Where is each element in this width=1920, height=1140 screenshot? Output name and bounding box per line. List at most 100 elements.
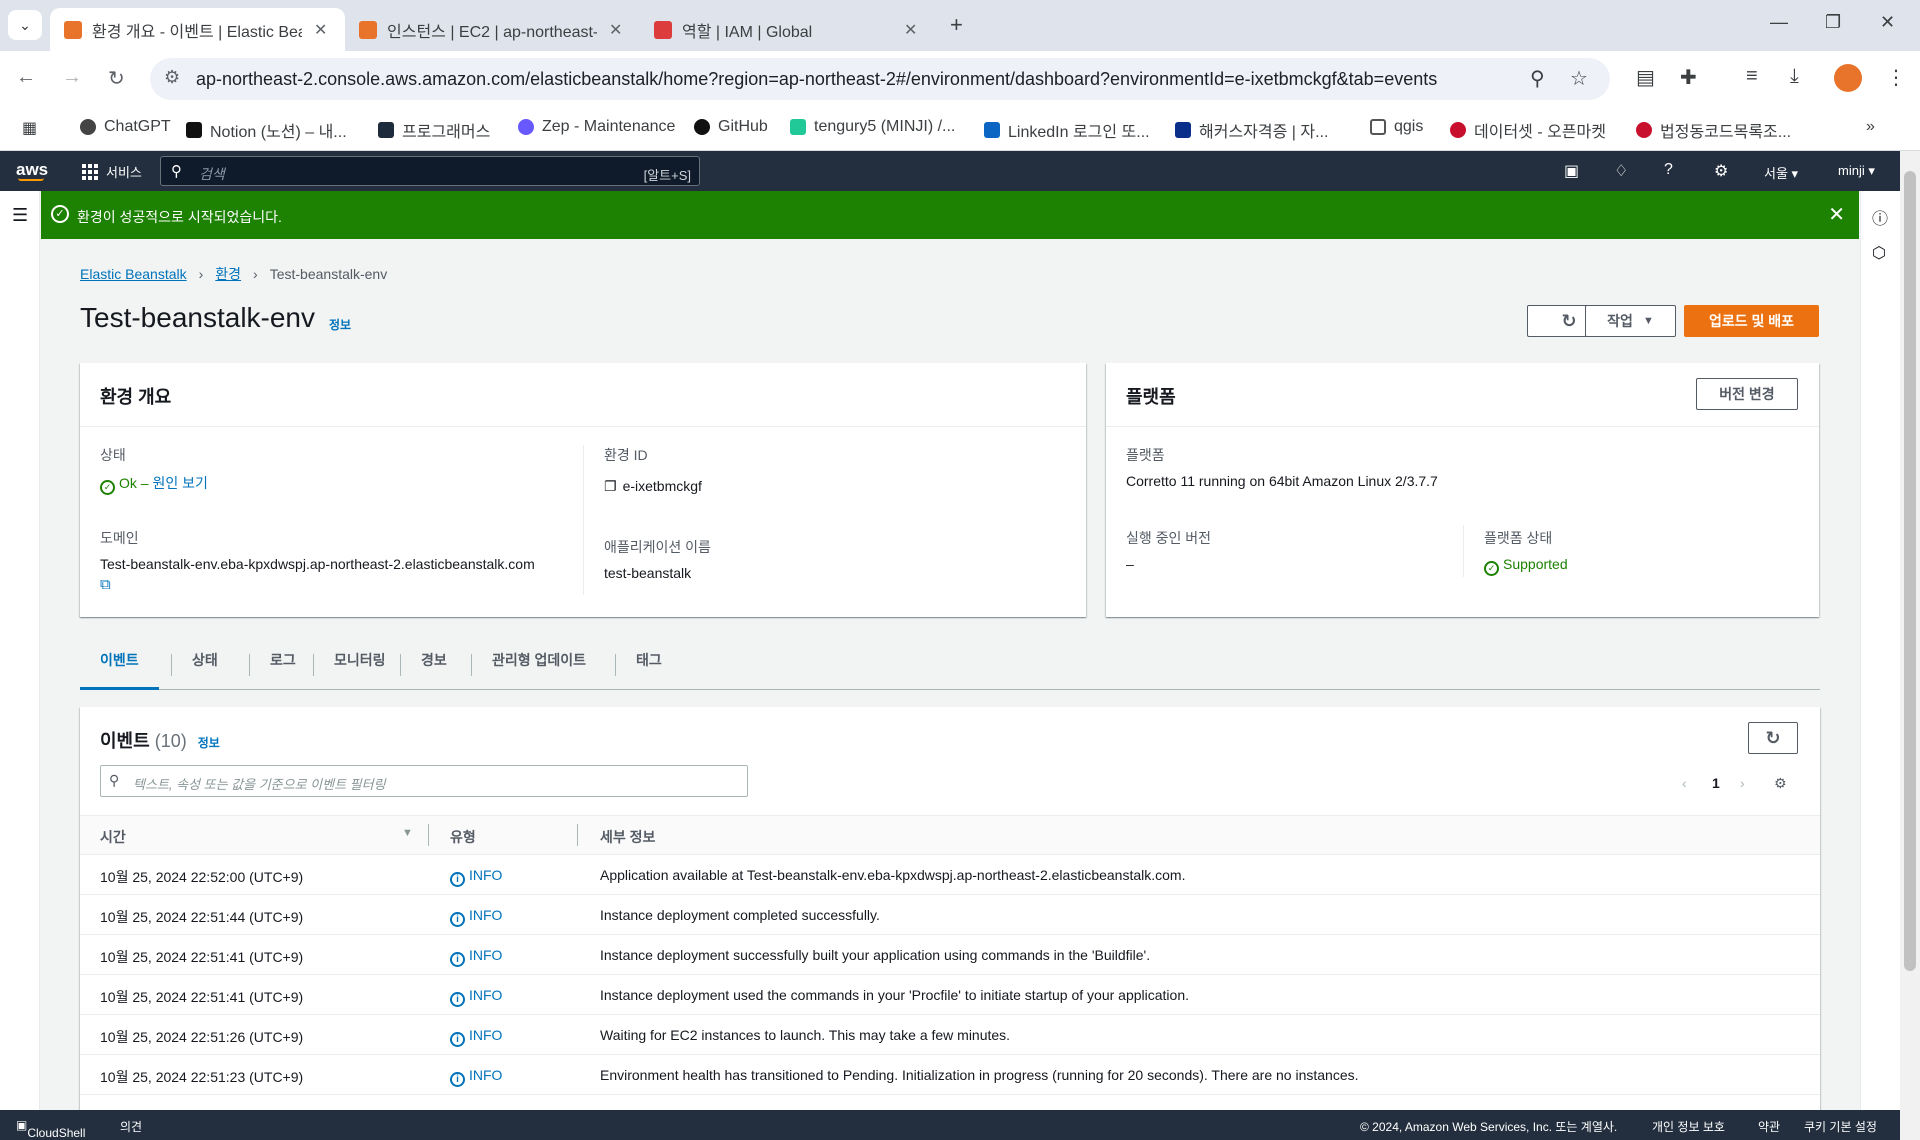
region-selector[interactable]: 서울 ▾ — [1764, 163, 1798, 182]
bookmark-qgis[interactable]: qgis — [1370, 118, 1423, 136]
bookmark-tengury[interactable]: tengury5 (MINJI) /... — [790, 118, 955, 136]
bookmark-notion[interactable]: Notion (노션) – 내... — [186, 118, 347, 142]
cloudshell-icon[interactable]: ▣ — [1564, 161, 1579, 181]
aws-search-input[interactable]: ⚲ 검색 [알트+S] — [160, 156, 700, 186]
tab-managed-updates[interactable]: 관리형 업데이트 — [472, 650, 606, 690]
column-type[interactable]: 유형 — [450, 827, 476, 847]
apps-icon[interactable]: ▦ — [22, 118, 37, 138]
settings-gear-icon[interactable]: ⚙ — [1714, 161, 1728, 181]
tab-monitoring[interactable]: 모니터링 — [314, 650, 406, 690]
tab-health[interactable]: 상태 — [172, 650, 238, 690]
bookmark-linkedin[interactable]: LinkedIn 로그인 또... — [984, 118, 1150, 142]
actions-dropdown[interactable]: 작업 ▼ — [1585, 305, 1676, 337]
success-flash-banner: ✓ 환경이 성공적으로 시작되었습니다. ✕ — [41, 191, 1859, 239]
browser-tab-ec2[interactable]: 인스턴스 | EC2 | ap-northeast-2 ✕ — [345, 8, 640, 51]
column-details[interactable]: 세부 정보 — [600, 827, 655, 847]
notifications-icon[interactable]: ♢ — [1614, 161, 1628, 181]
aws-logo[interactable]: aws — [16, 160, 48, 180]
tab-logs[interactable]: 로그 — [250, 650, 316, 690]
column-time[interactable]: 시간 — [100, 827, 126, 847]
tab-title: 역할 | IAM | Global — [682, 23, 813, 41]
event-type: i INFO — [450, 907, 502, 927]
reload-icon[interactable]: ↻ — [108, 66, 125, 91]
scroll-thumb[interactable] — [1904, 171, 1916, 971]
terms-link[interactable]: 약관 — [1758, 1118, 1780, 1135]
events-refresh-button[interactable]: ↻ — [1748, 722, 1798, 754]
table-settings-icon[interactable]: ⚙ — [1774, 775, 1787, 792]
address-bar[interactable]: ⚙ ap-northeast-2.console.aws.amazon.com/… — [150, 58, 1610, 100]
more-bookmarks-icon[interactable]: » — [1866, 118, 1875, 136]
tools-hex-icon[interactable]: ⬡ — [1872, 243, 1886, 263]
close-tab-icon[interactable]: ✕ — [314, 20, 327, 40]
korea-gov-icon — [1450, 122, 1466, 138]
media-icon[interactable]: ≡ — [1746, 65, 1758, 88]
menu-icon[interactable]: ⋮ — [1886, 65, 1906, 90]
next-page-icon[interactable]: › — [1740, 775, 1745, 791]
event-time: 10월 25, 2024 22:51:41 (UTC+9) — [100, 949, 304, 965]
bookmark-hackers[interactable]: 해커스자격증 | 자... — [1175, 118, 1328, 142]
tab-events[interactable]: 이벤트 — [80, 650, 159, 690]
close-window-icon[interactable]: ✕ — [1880, 12, 1895, 33]
services-menu[interactable]: 서비스 — [82, 162, 142, 181]
minimize-icon[interactable]: — — [1770, 12, 1788, 33]
close-tab-icon[interactable]: ✕ — [904, 20, 917, 40]
tab-alarms[interactable]: 경보 — [401, 650, 467, 690]
copy-icon[interactable]: ❐ — [604, 478, 617, 494]
domain-link[interactable]: Test-beanstalk-env.eba-kpxdwspj.ap-north… — [100, 556, 535, 572]
aws-top-nav: aws 서비스 ⚲ 검색 [알트+S] ▣ ♢ ? ⚙ 서울 ▾ minji ▾ — [0, 151, 1900, 191]
bookmark-lawcode[interactable]: 법정동코드목록조... — [1636, 118, 1791, 142]
zep-icon — [518, 119, 534, 135]
upload-deploy-button[interactable]: 업로드 및 배포 — [1684, 305, 1819, 337]
extensions-icon[interactable]: ✚ — [1680, 65, 1697, 90]
site-info-icon[interactable]: ⚙ — [164, 67, 180, 88]
flash-message: 환경이 성공적으로 시작되었습니다. — [77, 209, 282, 225]
download-icon[interactable]: ⤓ — [1790, 65, 1799, 88]
status-ok-text: Ok — [119, 475, 137, 491]
bookmark-zep[interactable]: Zep - Maintenance — [518, 118, 675, 136]
zoom-icon[interactable]: ⚲ — [1530, 66, 1545, 91]
events-filter-input[interactable]: ⚲ 텍스트, 속성 또는 값을 기준으로 이벤트 필터링 — [100, 765, 748, 797]
tab-search-button[interactable]: ⌄ — [8, 10, 42, 40]
view-causes-link[interactable]: 원인 보기 — [152, 475, 207, 491]
help-icon[interactable]: ? — [1664, 161, 1673, 179]
breadcrumb-environments[interactable]: 환경 — [215, 264, 241, 284]
tab-tags[interactable]: 태그 — [616, 650, 682, 690]
bookmark-dataset[interactable]: 데이터셋 - 오픈마켓 — [1450, 118, 1606, 142]
forward-icon[interactable]: → — [62, 66, 82, 89]
restore-icon[interactable]: ❐ — [1825, 12, 1841, 33]
info-icon: i — [450, 912, 465, 927]
feedback-link[interactable]: 의견 — [120, 1118, 142, 1135]
profile-avatar[interactable] — [1834, 64, 1862, 92]
sort-desc-icon[interactable]: ▼ — [402, 827, 413, 839]
user-menu[interactable]: minji ▾ — [1838, 163, 1875, 179]
external-link-icon[interactable]: ⧉ — [100, 576, 111, 593]
events-panel: 이벤트 (10) 정보 ↻ ⚲ 텍스트, 속성 또는 값을 기준으로 이벤트 필… — [80, 707, 1820, 1110]
bookmark-programmers[interactable]: 프로그래머스 — [378, 118, 490, 142]
change-version-button[interactable]: 버전 변경 — [1696, 378, 1798, 410]
search-shortcut: [알트+S] — [643, 168, 691, 183]
platform-value: Corretto 11 running on 64bit Amazon Linu… — [1126, 473, 1438, 489]
page-info-link[interactable]: 정보 — [329, 316, 351, 333]
back-icon[interactable]: ← — [16, 66, 36, 89]
browser-tab-iam[interactable]: 역할 | IAM | Global ✕ — [640, 8, 940, 51]
new-tab-button[interactable]: + — [950, 12, 963, 38]
bookmark-chatgpt[interactable]: ChatGPT — [80, 118, 171, 136]
cookie-preferences-link[interactable]: 쿠키 기본 설정 — [1804, 1118, 1877, 1135]
browser-tab-beanstalk[interactable]: 환경 개요 - 이벤트 | Elastic Beanstalk ✕ — [50, 8, 345, 51]
app-name-link[interactable]: test-beanstalk — [604, 565, 691, 581]
close-flash-icon[interactable]: ✕ — [1828, 202, 1845, 227]
privacy-link[interactable]: 개인 정보 보호 — [1652, 1118, 1725, 1135]
bookmark-star-icon[interactable]: ☆ — [1570, 66, 1588, 91]
url-text[interactable]: ap-northeast-2.console.aws.amazon.com/el… — [196, 69, 1437, 90]
events-info-link[interactable]: 정보 — [198, 736, 220, 750]
breadcrumb-elastic-beanstalk[interactable]: Elastic Beanstalk — [80, 266, 187, 282]
close-tab-icon[interactable]: ✕ — [609, 20, 622, 40]
hamburger-menu-icon[interactable]: ☰ — [12, 205, 28, 226]
page-number[interactable]: 1 — [1712, 775, 1720, 791]
bookmark-github[interactable]: GitHub — [694, 118, 768, 136]
page-scrollbar[interactable] — [1900, 151, 1920, 1140]
info-panel-icon[interactable]: ⓘ — [1872, 205, 1888, 229]
reading-list-icon[interactable]: ▤ — [1636, 65, 1655, 90]
cloudshell-link[interactable]: ▣ CloudShell — [16, 1118, 85, 1140]
prev-page-icon[interactable]: ‹ — [1682, 775, 1687, 791]
